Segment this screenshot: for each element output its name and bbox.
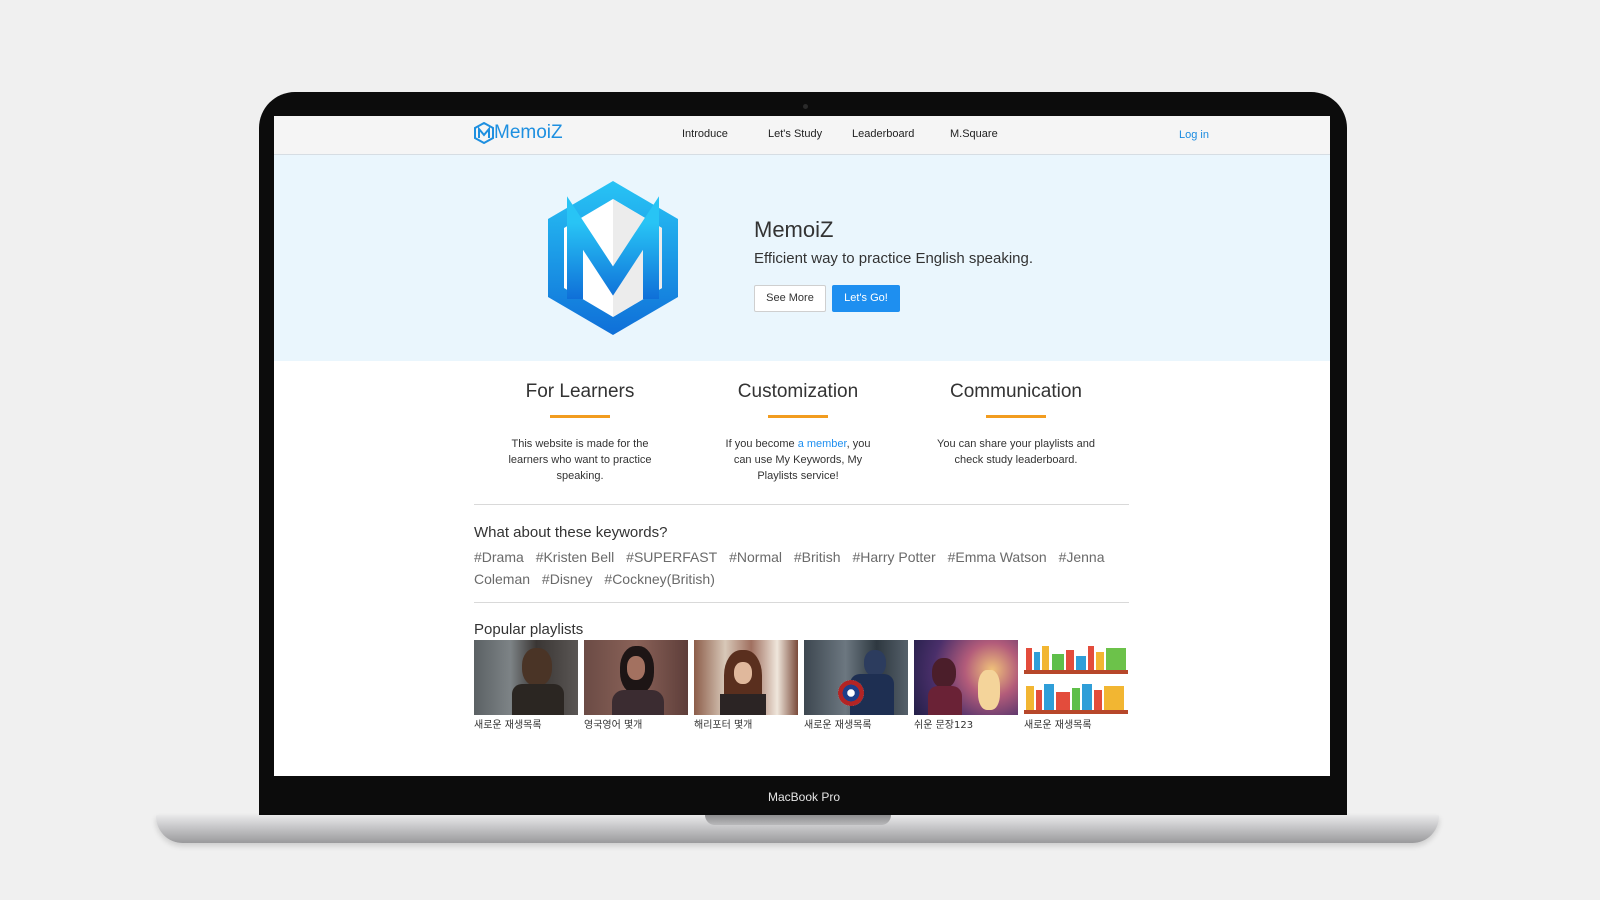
feature-underline [986, 415, 1046, 418]
keyword-tag[interactable]: #Cockney(British) [604, 571, 714, 587]
browser-screen: MemoiZ Introduce Let's Study Leaderboard… [274, 116, 1330, 776]
playlist-card[interactable]: 새로운 재생목록 [1024, 640, 1128, 731]
divider [474, 504, 1129, 505]
playlist-card[interactable]: 새로운 재생목록 [474, 640, 578, 731]
device-label: MacBook Pro [767, 790, 841, 804]
popular-playlists-title: Popular playlists [474, 621, 584, 638]
feature-title: Customization [737, 381, 859, 402]
nav-leaderboard[interactable]: Leaderboard [852, 128, 914, 140]
hero-section: MemoiZ Efficient way to practice English… [274, 155, 1330, 361]
feature-text-part: If you become [725, 438, 798, 450]
member-link[interactable]: a member [798, 438, 847, 450]
keywords-title: What about these keywords? [474, 524, 668, 541]
nav-msquare[interactable]: M.Square [950, 128, 998, 140]
playlist-caption: 새로운 재생목록 [1024, 720, 1092, 731]
playlist-thumbnail-woman[interactable] [584, 640, 688, 715]
playlist-thumbnail-hero[interactable] [804, 640, 908, 715]
playlist-caption: 해리포터 몇개 [694, 720, 753, 731]
playlist-thumbnail-girl[interactable] [694, 640, 798, 715]
camera-dot [803, 104, 808, 109]
keyword-tag[interactable]: #British [794, 549, 841, 565]
playlist-thumbnail-lantern[interactable] [914, 640, 1018, 715]
feature-text: This website is made for the learners wh… [508, 438, 652, 482]
playlist-card[interactable]: 쉬운 문장123 [914, 640, 1018, 731]
playlist-grid: 새로운 재생목록 영국영어 몇개 해리포터 몇개 새로운 재생목록 쉬운 문장1… [474, 640, 1134, 731]
keyword-tag[interactable]: #SUPERFAST [626, 549, 717, 565]
see-more-button[interactable]: See More [754, 285, 826, 312]
memoiz-hex-logo-icon [548, 181, 678, 335]
playlist-caption: 새로운 재생목록 [804, 720, 872, 731]
brand-name: MemoiZ [494, 122, 563, 143]
memoiz-logo-icon [474, 122, 494, 144]
feature-underline [768, 415, 828, 418]
keyword-tag[interactable]: #Drama [474, 549, 524, 565]
feature-title: Communication [950, 381, 1082, 402]
keyword-tag[interactable]: #Emma Watson [948, 549, 1047, 565]
playlist-thumbnail-bookshelf[interactable] [1024, 640, 1128, 715]
playlist-thumbnail-man[interactable] [474, 640, 578, 715]
feature-learners: For Learners This website is made for th… [480, 381, 680, 484]
feature-communication: Communication You can share your playlis… [916, 381, 1116, 468]
keyword-tag[interactable]: #Harry Potter [852, 549, 935, 565]
hero-title: MemoiZ [754, 217, 834, 242]
keyword-list: #Drama #Kristen Bell #SUPERFAST #Normal … [474, 546, 1134, 590]
playlist-card[interactable]: 새로운 재생목록 [804, 640, 908, 731]
feature-text: You can share your playlists and check s… [937, 438, 1095, 466]
lets-go-button[interactable]: Let's Go! [832, 285, 900, 312]
playlist-card[interactable]: 영국영어 몇개 [584, 640, 688, 731]
divider [474, 602, 1129, 603]
keyword-tag[interactable]: #Disney [542, 571, 593, 587]
playlist-caption: 새로운 재생목록 [474, 720, 542, 731]
hero-subtitle: Efficient way to practice English speaki… [754, 250, 1034, 267]
navbar: MemoiZ Introduce Let's Study Leaderboard… [274, 116, 1330, 155]
feature-underline [550, 415, 610, 418]
nav-introduce[interactable]: Introduce [682, 128, 728, 140]
keyword-tag[interactable]: #Normal [729, 549, 782, 565]
feature-customization: Customization If you become a member, yo… [698, 381, 898, 484]
feature-title: For Learners [525, 381, 635, 402]
playlist-card[interactable]: 해리포터 몇개 [694, 640, 798, 731]
nav-lets-study[interactable]: Let's Study [768, 128, 822, 140]
brand-logo[interactable]: MemoiZ [474, 122, 563, 144]
playlist-caption: 쉬운 문장123 [914, 720, 974, 731]
playlist-caption: 영국영어 몇개 [584, 720, 643, 731]
login-link[interactable]: Log in [1179, 129, 1209, 141]
laptop-notch [705, 815, 891, 825]
keyword-tag[interactable]: #Kristen Bell [536, 549, 615, 565]
feature-text: If you become a member, you can use My K… [718, 436, 878, 484]
